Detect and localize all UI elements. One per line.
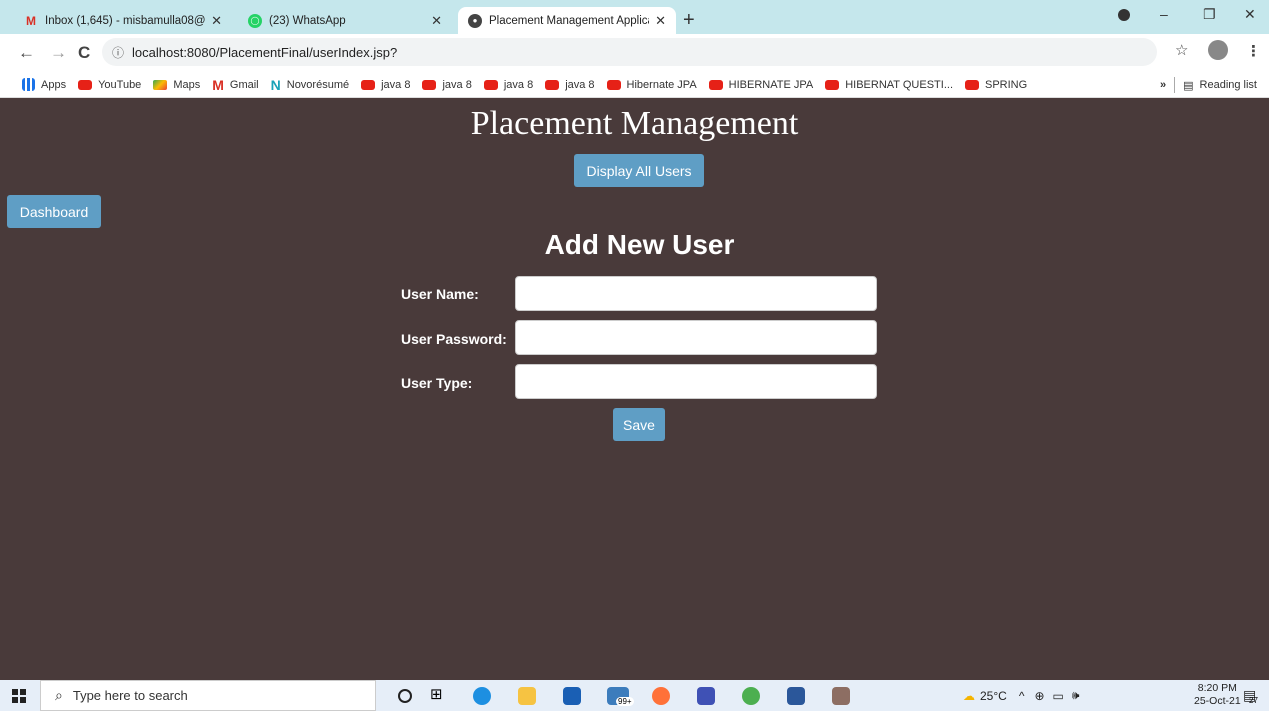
taskbar-clock[interactable]: 8:20 PM 25-Oct-21 bbox=[1194, 682, 1241, 708]
search-placeholder: Type here to search bbox=[72, 688, 188, 703]
search-icon: ⌕ bbox=[55, 687, 63, 703]
url-text: localhost:8080/PlacementFinal/userIndex.… bbox=[132, 44, 398, 60]
close-window-icon[interactable]: ✕ bbox=[1244, 6, 1256, 23]
bookmark-youtube[interactable]: YouTube bbox=[78, 79, 141, 91]
reading-list-button[interactable]: Reading list bbox=[1200, 79, 1257, 91]
cortana-icon[interactable] bbox=[398, 689, 412, 703]
bookmark-novoresume[interactable]: N Novorésumé bbox=[271, 77, 349, 93]
maps-icon bbox=[153, 79, 168, 90]
youtube-icon bbox=[545, 79, 560, 90]
bookmark-hibernate-jpa[interactable]: Hibernate JPA bbox=[606, 79, 697, 91]
save-button[interactable]: Save bbox=[613, 408, 665, 441]
youtube-icon bbox=[483, 79, 498, 90]
system-tray: ☁ 25°C ^ ⊕ ▭ 🕪 bbox=[963, 680, 1079, 711]
tab-whatsapp[interactable]: ◯ (23) WhatsApp ✕ bbox=[238, 7, 452, 34]
bookmark-spring[interactable]: SPRING bbox=[965, 79, 1027, 91]
novoresume-icon: N bbox=[270, 76, 281, 93]
battery-icon[interactable]: ▭ bbox=[1053, 689, 1064, 703]
info-icon[interactable]: ⓘ bbox=[112, 44, 124, 61]
gmail-icon: M bbox=[212, 76, 224, 93]
firefox-icon[interactable] bbox=[652, 687, 670, 705]
clock-time: 8:20 PM bbox=[1197, 682, 1237, 694]
display-all-users-button[interactable]: Display All Users bbox=[574, 154, 704, 187]
profile-avatar[interactable] bbox=[1208, 40, 1228, 60]
task-view-icon[interactable]: ⊞ bbox=[430, 685, 448, 703]
youtube-icon bbox=[825, 79, 840, 90]
more-bookmarks-icon[interactable]: » bbox=[1160, 79, 1166, 91]
bookmarks-right: » ▤ Reading list bbox=[1160, 72, 1257, 98]
tab-gmail[interactable]: M Inbox (1,645) - misbamulla08@g ✕ bbox=[14, 7, 232, 34]
network-icon[interactable]: ⊕ bbox=[1034, 689, 1044, 703]
tab-title: Inbox (1,645) - misbamulla08@g bbox=[45, 14, 206, 27]
clock-date: 25-Oct-21 bbox=[1194, 695, 1241, 707]
apps-icon bbox=[22, 78, 35, 91]
youtube-icon bbox=[965, 79, 979, 90]
youtube-icon bbox=[422, 79, 437, 90]
taskbar-search[interactable]: ⌕ Type here to search bbox=[40, 680, 376, 711]
bookmark-java8[interactable]: java 8 bbox=[545, 79, 595, 91]
browser-tab-bar: M Inbox (1,645) - misbamulla08@g ✕ ◯ (23… bbox=[0, 0, 1269, 34]
store-icon[interactable] bbox=[563, 687, 581, 705]
page-title: Placement Management bbox=[470, 105, 799, 142]
bookmark-gmail[interactable]: M Gmail bbox=[212, 77, 258, 93]
weather-icon: ☁ bbox=[963, 688, 975, 703]
forward-icon[interactable]: → bbox=[50, 43, 67, 63]
bookmark-java8[interactable]: java 8 bbox=[483, 79, 533, 91]
file-explorer-icon[interactable] bbox=[518, 687, 536, 705]
menu-icon[interactable]: ⋮ bbox=[1246, 42, 1261, 60]
youtube-icon bbox=[361, 79, 376, 90]
bookmark-apps[interactable]: Apps bbox=[22, 78, 66, 91]
app-icon[interactable] bbox=[832, 687, 850, 705]
tab-title: (23) WhatsApp bbox=[269, 14, 346, 27]
tab-title: Placement Management Applicat bbox=[489, 14, 650, 27]
store-badge: 99+ bbox=[616, 697, 634, 706]
youtube-icon bbox=[606, 79, 621, 90]
bookmark-hibernate-questions[interactable]: HIBERNAT QUESTI... bbox=[825, 79, 953, 91]
user-name-input[interactable] bbox=[515, 276, 877, 311]
gmail-icon: M bbox=[26, 13, 36, 28]
bookmark-java8[interactable]: java 8 bbox=[422, 79, 472, 91]
youtube-icon bbox=[78, 79, 93, 90]
new-tab-icon[interactable]: + bbox=[683, 9, 695, 32]
chrome-icon[interactable] bbox=[742, 687, 760, 705]
restore-icon[interactable]: ❐ bbox=[1203, 6, 1216, 23]
bookmarks-bar: Apps YouTube Maps M Gmail N Novorésumé jav… bbox=[0, 72, 1269, 98]
windows-taskbar: ⌕ Type here to search ⊞ 99+ ☁ 25°C ^ ⊕ ▭… bbox=[0, 680, 1269, 711]
weather-temp[interactable]: 25°C bbox=[980, 689, 1007, 703]
windows-start-icon[interactable] bbox=[12, 689, 26, 703]
user-password-label: User Password: bbox=[401, 331, 507, 347]
close-icon[interactable]: ✕ bbox=[655, 13, 666, 29]
dashboard-button[interactable]: Dashboard bbox=[7, 195, 101, 228]
form-title: Add New User bbox=[544, 229, 735, 260]
record-icon[interactable] bbox=[1118, 9, 1130, 21]
user-type-input[interactable] bbox=[515, 364, 877, 399]
address-bar[interactable]: ⓘ localhost:8080/PlacementFinal/userInde… bbox=[102, 38, 1157, 66]
globe-icon: ● bbox=[468, 13, 482, 28]
youtube-icon bbox=[708, 79, 723, 90]
edge-icon[interactable] bbox=[473, 687, 491, 705]
user-password-input[interactable] bbox=[515, 320, 877, 355]
word-icon[interactable] bbox=[787, 687, 805, 705]
tab-placement[interactable]: ● Placement Management Applicat ✕ bbox=[458, 7, 676, 34]
bookmark-java8[interactable]: java 8 bbox=[361, 79, 410, 91]
divider bbox=[1174, 77, 1176, 93]
minimize-icon[interactable]: – bbox=[1160, 6, 1168, 22]
close-icon[interactable]: ✕ bbox=[211, 13, 222, 29]
user-name-label: User Name: bbox=[401, 286, 479, 302]
bookmark-maps[interactable]: Maps bbox=[153, 79, 200, 91]
browser-toolbar: ← → C ⓘ localhost:8080/PlacementFinal/us… bbox=[0, 34, 1269, 72]
whatsapp-icon: ◯ bbox=[248, 13, 262, 28]
reload-icon[interactable]: C bbox=[78, 43, 90, 63]
page-content: Placement Management Display All Users D… bbox=[0, 99, 1269, 680]
back-icon[interactable]: ← bbox=[18, 43, 35, 63]
volume-icon[interactable]: 🕪 bbox=[1072, 688, 1080, 703]
reading-list-icon: ▤ bbox=[1183, 79, 1194, 92]
notification-count: 27 bbox=[1249, 696, 1258, 705]
tray-expand-icon[interactable]: ^ bbox=[1019, 689, 1025, 703]
sticky-app-icon[interactable] bbox=[697, 687, 715, 705]
bookmark-star-icon[interactable]: ☆ bbox=[1175, 41, 1188, 59]
bookmark-hibernate-jpa-2[interactable]: HIBERNATE JPA bbox=[708, 79, 813, 91]
user-type-label: User Type: bbox=[401, 375, 473, 391]
close-icon[interactable]: ✕ bbox=[431, 13, 442, 29]
